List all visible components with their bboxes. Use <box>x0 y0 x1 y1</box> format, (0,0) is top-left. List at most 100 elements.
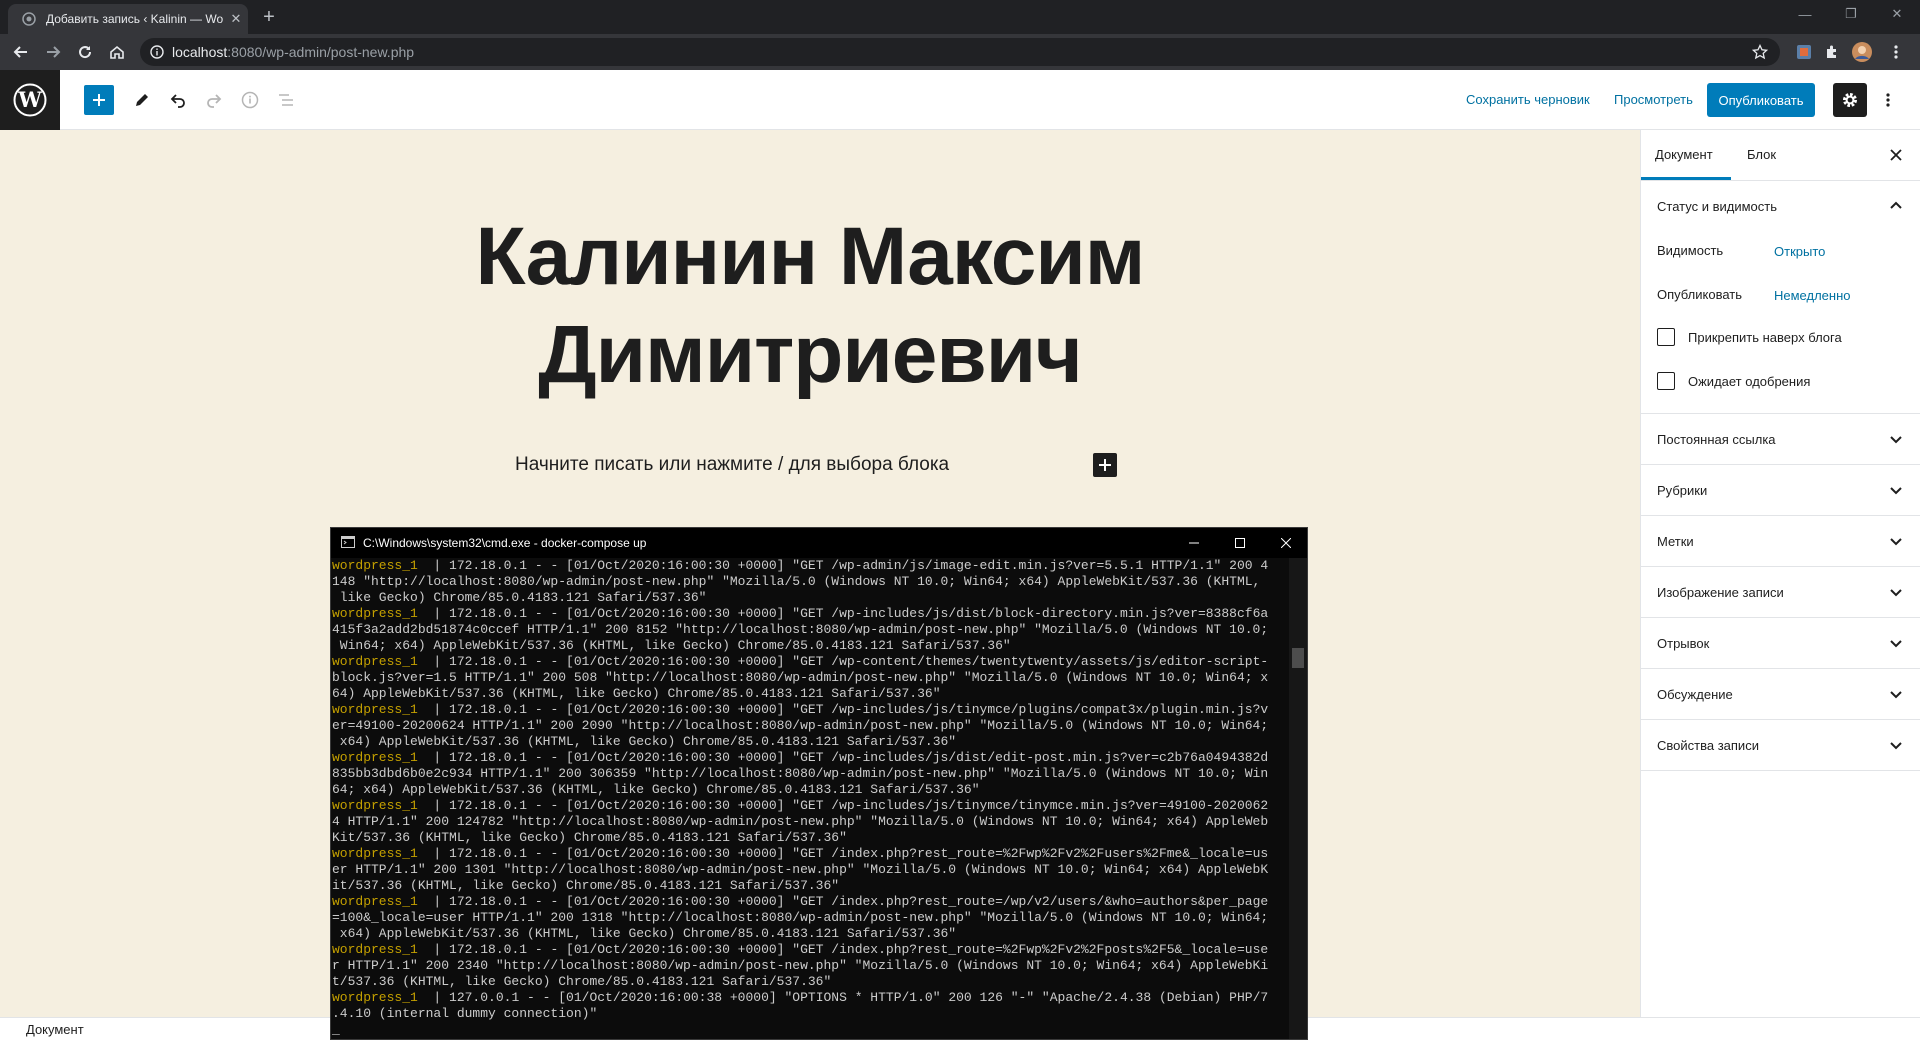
browser-menu-icon[interactable] <box>1886 42 1906 62</box>
cmd-maximize-icon[interactable] <box>1217 528 1263 558</box>
cmd-line-text: | 172.18.0.1 - - [01/Oct/2020:16:00:30 +… <box>417 846 1269 861</box>
minimize-icon[interactable]: ― <box>1782 0 1828 28</box>
cmd-titlebar[interactable]: C:\Windows\system32\cmd.exe - docker-com… <box>331 528 1307 558</box>
chevron-down-icon <box>1888 533 1904 549</box>
extensions-puzzle-icon[interactable] <box>1822 42 1842 62</box>
block-navigation-button[interactable] <box>271 85 301 115</box>
post-title-line: Калинин Максим <box>475 211 1146 302</box>
panel-title: Рубрики <box>1657 483 1708 498</box>
plus-icon <box>93 94 105 106</box>
home-icon[interactable] <box>105 40 129 64</box>
block-breadcrumb[interactable]: Документ <box>26 1022 84 1037</box>
inline-add-block-button[interactable] <box>1093 453 1117 477</box>
redo-button[interactable] <box>199 85 229 115</box>
panel-discussion[interactable]: Обсуждение <box>1641 669 1920 719</box>
block-placeholder[interactable]: Начните писать или нажмите / для выбора … <box>515 454 949 476</box>
tab-close-icon[interactable]: ✕ <box>224 11 248 27</box>
address-bar[interactable]: localhost:8080/wp-admin/post-new.php <box>140 38 1780 66</box>
close-sidebar-icon[interactable] <box>1886 145 1906 165</box>
cmd-service-name: wordpress_1 <box>332 942 418 957</box>
save-draft-button[interactable]: Сохранить черновик <box>1466 92 1590 107</box>
cmd-line: x64) AppleWebKit/537.36 (KHTML, like Gec… <box>331 734 1289 750</box>
panel-categories[interactable]: Рубрики <box>1641 465 1920 515</box>
active-tab-indicator <box>1641 177 1731 180</box>
cmd-line: Kit/537.36 (KHTML, like Gecko) Chrome/85… <box>331 830 1289 846</box>
wordpress-logo-icon[interactable]: W <box>0 70 60 130</box>
cmd-line-text: r HTTP/1.1" 200 2340 "http://localhost:8… <box>332 958 1269 973</box>
visibility-toggle[interactable]: Открыто <box>1774 244 1825 259</box>
gear-icon <box>1843 93 1857 107</box>
tab-title: Добавить запись ‹ Kalinin — Wo <box>46 12 224 26</box>
cmd-scrollbar[interactable] <box>1289 558 1307 1039</box>
browser-tab-strip: Добавить запись ‹ Kalinin — Wo ✕ + ― ❐ ✕ <box>0 0 1920 34</box>
cmd-line: wordpress_1 | 127.0.0.1 - - [01/Oct/2020… <box>331 990 1289 1006</box>
panel-post-attributes[interactable]: Свойства записи <box>1641 720 1920 770</box>
browser-tab[interactable]: Добавить запись ‹ Kalinin — Wo ✕ <box>8 4 248 34</box>
sidebar-panels: Постоянная ссылка Рубрики Метки Изображе… <box>1641 414 1920 771</box>
reload-icon[interactable] <box>73 40 97 64</box>
profile-avatar[interactable] <box>1852 42 1872 62</box>
preview-button[interactable]: Просмотреть <box>1614 92 1693 107</box>
publish-date-toggle[interactable]: Немедленно <box>1774 288 1851 303</box>
cmd-minimize-icon[interactable] <box>1171 528 1217 558</box>
pending-row: Ожидает одобрения <box>1641 363 1920 413</box>
cmd-close-icon[interactable] <box>1263 528 1307 558</box>
publish-label: Опубликовать <box>1657 287 1743 302</box>
cmd-scroll-thumb[interactable] <box>1292 648 1304 668</box>
panel-permalink[interactable]: Постоянная ссылка <box>1641 414 1920 464</box>
chevron-down-icon <box>1888 737 1904 753</box>
cmd-line: wordpress_1 | 172.18.0.1 - - [01/Oct/202… <box>331 606 1289 622</box>
cmd-line: Win64; x64) AppleWebKit/537.36 (KHTML, l… <box>331 638 1289 654</box>
sticky-row: Прикрепить наверх блога <box>1641 319 1920 363</box>
bookmark-star-icon[interactable] <box>1752 44 1768 60</box>
sticky-checkbox[interactable] <box>1657 328 1675 346</box>
cmd-line: wordpress_1 | 172.18.0.1 - - [01/Oct/202… <box>331 558 1289 574</box>
panel-tags[interactable]: Метки <box>1641 516 1920 566</box>
cmd-line-text: | 172.18.0.1 - - [01/Oct/2020:16:00:30 +… <box>417 702 1269 717</box>
close-window-icon[interactable]: ✕ <box>1874 0 1920 28</box>
editor-header: W Сохранить черновик Просмотреть Опублик… <box>0 70 1920 130</box>
cmd-line-text: | 172.18.0.1 - - [01/Oct/2020:16:00:30 +… <box>417 942 1269 957</box>
back-icon[interactable] <box>9 40 33 64</box>
wordpress-favicon-icon <box>22 12 36 26</box>
cmd-line-text: =100&_locale=user HTTP/1.1" 200 1318 "ht… <box>332 910 1269 925</box>
undo-button[interactable] <box>163 85 193 115</box>
cmd-output[interactable]: wordpress_1 | 172.18.0.1 - - [01/Oct/202… <box>331 558 1289 1039</box>
panel-title: Метки <box>1657 534 1694 549</box>
post-title[interactable]: Калинин Максим Димитриевич <box>320 208 1300 404</box>
cmd-service-name: wordpress_1 <box>332 654 418 669</box>
panel-featured-image[interactable]: Изображение записи <box>1641 567 1920 617</box>
cmd-line-text: like Gecko) Chrome/85.0.4183.121 Safari/… <box>332 590 707 605</box>
cmd-line: wordpress_1 | 172.18.0.1 - - [01/Oct/202… <box>331 894 1289 910</box>
cmd-line-text: er=49100-20200624 HTTP/1.1" 200 2090 "ht… <box>332 718 1269 733</box>
cmd-line-text: x64) AppleWebKit/537.36 (KHTML, like Gec… <box>332 926 957 941</box>
cmd-line: wordpress_1 | 172.18.0.1 - - [01/Oct/202… <box>331 654 1289 670</box>
settings-button[interactable] <box>1833 83 1867 117</box>
publish-button[interactable]: Опубликовать <box>1707 83 1815 117</box>
chevron-down-icon <box>1888 584 1904 600</box>
status-visibility-panel: Статус и видимость Видимость Открыто Опу… <box>1641 181 1920 414</box>
cmd-line: 4 HTTP/1.1" 200 124782 "http://localhost… <box>331 814 1289 830</box>
tab-block[interactable]: Блок <box>1747 147 1776 162</box>
new-tab-icon[interactable]: + <box>258 6 280 28</box>
cmd-line: 64) AppleWebKit/537.36 (KHTML, like Geck… <box>331 686 1289 702</box>
extension-icon[interactable] <box>1794 42 1814 62</box>
content-info-button[interactable] <box>235 85 265 115</box>
panel-header[interactable]: Статус и видимость <box>1641 181 1920 231</box>
site-info-icon[interactable] <box>150 45 164 59</box>
panel-excerpt[interactable]: Отрывок <box>1641 618 1920 668</box>
chevron-up-icon <box>1888 198 1904 214</box>
pending-review-checkbox[interactable] <box>1657 372 1675 390</box>
restore-icon[interactable]: ❐ <box>1828 0 1874 28</box>
cmd-line: r HTTP/1.1" 200 2340 "http://localhost:8… <box>331 958 1289 974</box>
pencil-icon <box>136 94 148 106</box>
more-options-icon[interactable] <box>1878 85 1898 115</box>
forward-icon[interactable] <box>41 40 65 64</box>
cmd-line-text: | 172.18.0.1 - - [01/Oct/2020:16:00:30 +… <box>417 798 1269 813</box>
chevron-down-icon <box>1888 635 1904 651</box>
cmd-line-text: | 172.18.0.1 - - [01/Oct/2020:16:00:30 +… <box>417 654 1269 669</box>
add-block-button[interactable] <box>84 85 114 115</box>
cmd-line-text: | 127.0.0.1 - - [01/Oct/2020:16:00:38 +0… <box>417 990 1269 1005</box>
tools-pencil-button[interactable] <box>127 85 157 115</box>
tab-document[interactable]: Документ <box>1655 147 1713 162</box>
